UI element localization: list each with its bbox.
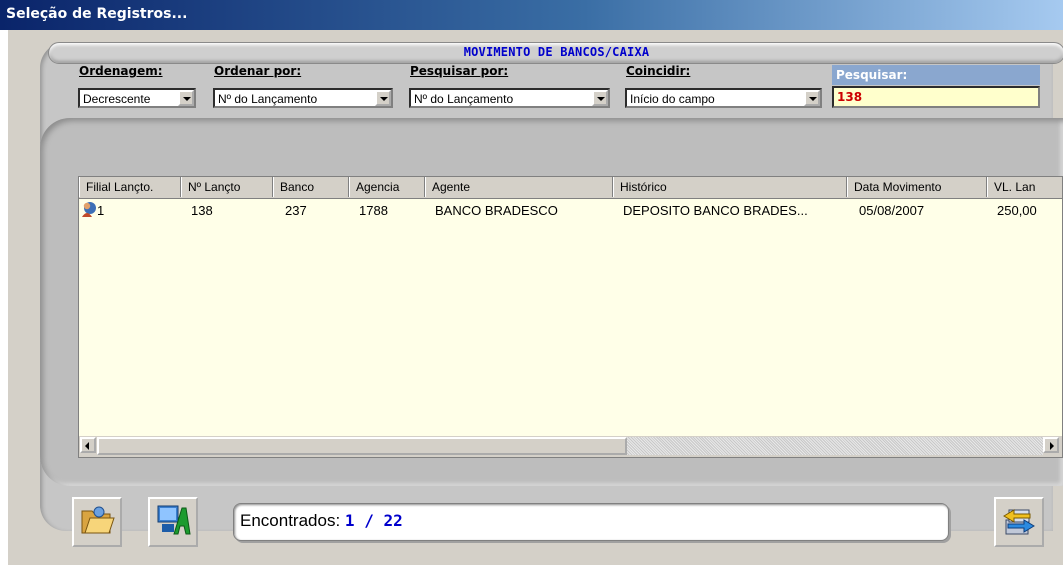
coincidir-select[interactable]: Início do campo — [625, 88, 822, 108]
cell-banco: 237 — [285, 203, 307, 218]
ordenar-por-select[interactable]: Nº do Lançamento — [213, 88, 393, 108]
refresh-button[interactable] — [994, 497, 1044, 547]
open-button[interactable] — [72, 497, 122, 547]
cell-agencia: 1788 — [359, 203, 388, 218]
cell-data: 05/08/2007 — [859, 203, 925, 218]
grid-header: Filial Lançto. Nº Lançto Banco Agencia A… — [79, 177, 1062, 199]
scroll-right-icon[interactable] — [1043, 437, 1059, 453]
cell-filial: 1 — [97, 203, 105, 218]
window-title: Seleção de Registros... — [6, 6, 188, 22]
cell-historico: DEPOSITO BANCO BRADES... — [623, 203, 808, 218]
coincidir-label: Coincidir: — [626, 64, 691, 78]
records-grid[interactable]: Filial Lançto. Nº Lançto Banco Agencia A… — [78, 176, 1063, 458]
horizontal-scrollbar[interactable] — [79, 436, 1062, 457]
col-agente[interactable]: Agente — [425, 177, 613, 197]
user-record-icon — [81, 201, 97, 222]
col-filial[interactable]: Filial Lançto. — [79, 177, 181, 197]
header-caption: MOVIMENTO DE BANCOS/CAIXA — [463, 45, 650, 59]
col-banco[interactable]: Banco — [273, 177, 349, 197]
ordenagem-value: Decrescente — [83, 92, 151, 106]
col-data-movimento[interactable]: Data Movimento — [847, 177, 987, 197]
refresh-icon — [1000, 502, 1038, 542]
ordenar-por-value: Nº do Lançamento — [218, 92, 318, 106]
coincidir-value: Início do campo — [630, 92, 715, 106]
status-label: Encontrados: — [240, 511, 341, 530]
pesquisar-label: Pesquisar: — [832, 65, 1040, 85]
search-input[interactable]: 138 — [832, 86, 1040, 108]
chevron-down-icon[interactable] — [804, 90, 820, 106]
folder-open-icon — [79, 503, 115, 541]
computer-report-icon — [154, 502, 192, 542]
col-historico[interactable]: Histórico — [613, 177, 847, 197]
ordenagem-select[interactable]: Decrescente — [78, 88, 196, 108]
pesquisar-por-label: Pesquisar por: — [410, 64, 509, 78]
header-bar: MOVIMENTO DE BANCOS/CAIXA — [48, 42, 1063, 64]
chevron-down-icon[interactable] — [178, 90, 194, 106]
pesquisar-por-select[interactable]: Nº do Lançamento — [409, 88, 610, 108]
chevron-down-icon[interactable] — [375, 90, 391, 106]
table-row[interactable]: 1 138 237 1788 BANCO BRADESCO DEPOSITO B… — [79, 201, 1062, 222]
cell-lancto: 138 — [191, 203, 213, 218]
scroll-track[interactable] — [627, 437, 1043, 455]
title-bar: Seleção de Registros... — [0, 0, 1063, 30]
col-agencia[interactable]: Agencia — [349, 177, 425, 197]
chevron-down-icon[interactable] — [592, 90, 608, 106]
col-lancto[interactable]: Nº Lançto — [181, 177, 273, 197]
status-count: 1 / 22 — [344, 511, 403, 530]
status-box: Encontrados: 1 / 22 — [233, 503, 949, 541]
ordenagem-label: Ordenagem: — [79, 64, 163, 78]
cell-agente: BANCO BRADESCO — [435, 203, 558, 218]
cell-valor: 250,00 — [997, 203, 1037, 218]
pesquisar-por-value: Nº do Lançamento — [414, 92, 514, 106]
scroll-left-icon[interactable] — [80, 437, 96, 453]
col-valor[interactable]: VL. Lan — [987, 177, 1062, 197]
scroll-thumb[interactable] — [97, 437, 627, 455]
report-button[interactable] — [148, 497, 198, 547]
ordenar-por-label: Ordenar por: — [214, 64, 302, 78]
